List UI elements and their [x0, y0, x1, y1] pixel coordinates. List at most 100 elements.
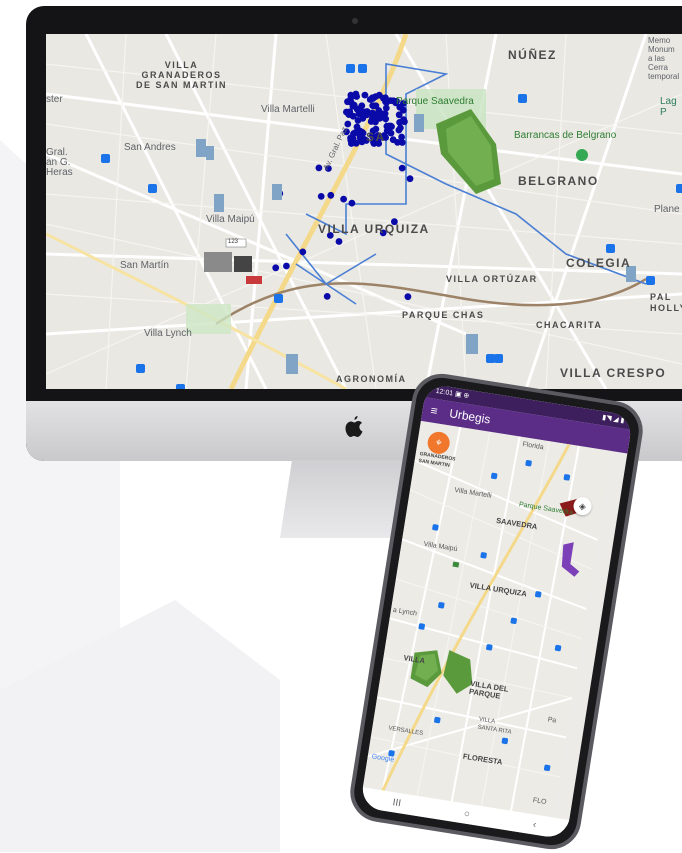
- label-villa-martelli: Villa Martelli: [261, 104, 315, 115]
- label-ortuzar: VILLA ORTÚZAR: [446, 274, 538, 284]
- status-icons-left: ▣ ⊕: [454, 390, 470, 401]
- metro-icon: [563, 474, 571, 481]
- data-point: [348, 199, 356, 207]
- data-point: [356, 127, 364, 135]
- label-palermo: PAL HOLLY: [650, 292, 682, 313]
- metro-icon: [676, 184, 682, 193]
- phone-body: 12:01 ▣ ⊕ ▮◥ ◢ ▮ ≡ Urbegis ⌖ ◈ GRANADERO…: [346, 369, 647, 853]
- label-plane: Plane: [654, 204, 680, 215]
- metro-icon: [480, 552, 487, 559]
- data-point: [272, 264, 280, 272]
- metro-icon: [525, 459, 532, 467]
- data-point: [344, 120, 352, 128]
- data-point: [404, 293, 412, 301]
- data-point: [369, 94, 376, 102]
- metro-icon: [543, 764, 551, 772]
- metro-icon: [490, 472, 498, 480]
- desktop-map-screen[interactable]: VILLA GRANADEROS DE SAN MARTIN NÚÑEZ Mem…: [46, 34, 682, 389]
- data-point: [370, 102, 378, 110]
- data-point: [406, 175, 414, 183]
- label-villa-crespo: VILLA CRESPO: [560, 366, 667, 380]
- metro-icon: [646, 276, 655, 285]
- metro-icon: [358, 64, 367, 73]
- label-gral-heras: Gral. an G. Heras: [46, 147, 73, 178]
- data-point: [283, 262, 290, 270]
- camera-dot: [352, 18, 358, 24]
- recents-button[interactable]: III: [392, 797, 402, 809]
- home-button[interactable]: ○: [463, 808, 471, 820]
- data-point: [396, 119, 403, 126]
- app-title: Urbegis: [448, 406, 492, 427]
- label-villa-lynch: Villa Lynch: [144, 328, 192, 339]
- metro-icon: [274, 294, 283, 303]
- metro-icon: [518, 94, 527, 103]
- data-point: [349, 135, 357, 143]
- data-point: [323, 293, 331, 300]
- data-point: [398, 133, 405, 141]
- label-san-martin: San Martín: [120, 260, 169, 271]
- label-barrancas: Barrancas de Belgrano: [514, 130, 617, 141]
- data-point: [363, 111, 371, 119]
- data-point: [354, 117, 362, 124]
- data-point: [327, 191, 335, 199]
- metro-icon: [101, 154, 110, 163]
- metro-icon: [510, 617, 517, 625]
- metro-icon: [432, 524, 439, 531]
- data-point: [344, 110, 352, 117]
- metro-icon: [606, 244, 615, 253]
- park-green-2: [186, 304, 231, 334]
- label-parque-chas: PARQUE CHAS: [402, 310, 485, 320]
- data-point: [378, 110, 386, 118]
- data-point: [383, 99, 390, 106]
- label-villa-urquiza: VILLA URQUIZA: [318, 222, 430, 236]
- label-bus-number: 123: [228, 239, 239, 245]
- label-san-andres: San Andres: [124, 142, 176, 153]
- metro-icon: [534, 591, 542, 598]
- metro-icon: [418, 623, 425, 630]
- phone-map[interactable]: ⌖ ◈ GRANADEROS SAN MARTIN Florida Villa …: [362, 420, 627, 820]
- data-point: [372, 112, 380, 120]
- back-button[interactable]: ‹: [532, 819, 537, 830]
- smartphone: 12:01 ▣ ⊕ ▮◥ ◢ ▮ ≡ Urbegis ⌖ ◈ GRANADERO…: [340, 369, 652, 853]
- label-lag: Lag P: [660, 96, 677, 118]
- data-point: [299, 248, 307, 256]
- label-agronomia: AGRONOMÍA: [336, 374, 407, 384]
- data-point: [347, 98, 355, 106]
- data-point: [335, 238, 343, 245]
- label-saavedra: SA: [366, 130, 386, 144]
- metro-icon: [148, 184, 157, 193]
- phone-green-marker: [452, 561, 460, 568]
- data-point: [385, 122, 393, 130]
- phone-label-pa: Pa: [547, 716, 557, 725]
- label-nunez: NÚÑEZ: [508, 48, 557, 62]
- metro-icon: [136, 364, 145, 373]
- data-point: [398, 164, 406, 172]
- metro-icon: [494, 354, 503, 363]
- data-point: [317, 193, 325, 200]
- metro-icon: [438, 602, 445, 609]
- data-point: [395, 126, 403, 134]
- label-parque-saavedra: Parque Saavedra: [396, 96, 474, 107]
- metro-icon: [486, 354, 495, 363]
- label-colegiales: COLEGIA: [566, 256, 632, 270]
- data-point: [389, 136, 397, 144]
- green-poi-icon: [576, 149, 588, 161]
- phone-screen[interactable]: 12:01 ▣ ⊕ ▮◥ ◢ ▮ ≡ Urbegis ⌖ ◈ GRANADERO…: [359, 383, 634, 840]
- data-point: [353, 105, 361, 113]
- menu-icon[interactable]: ≡: [430, 403, 439, 418]
- label-villa-maipu: Villa Maipú: [206, 214, 255, 225]
- label-villa-granaderos: VILLA GRANADEROS DE SAN MARTIN: [136, 60, 227, 90]
- label-ster: ster: [46, 94, 63, 105]
- metro-icon: [486, 644, 493, 651]
- label-belgrano: BELGRANO: [518, 174, 599, 188]
- label-chacarita: CHACARITA: [536, 320, 603, 330]
- data-point: [387, 129, 395, 137]
- metro-icon: [554, 644, 562, 652]
- metro-icon: [176, 384, 185, 389]
- data-point: [340, 195, 347, 203]
- label-memo: Memo Monum a las Cerra temporal: [648, 36, 680, 81]
- metro-icon: [501, 737, 509, 745]
- metro-icon: [346, 64, 355, 73]
- data-point: [361, 91, 369, 99]
- metro-icon: [434, 716, 441, 724]
